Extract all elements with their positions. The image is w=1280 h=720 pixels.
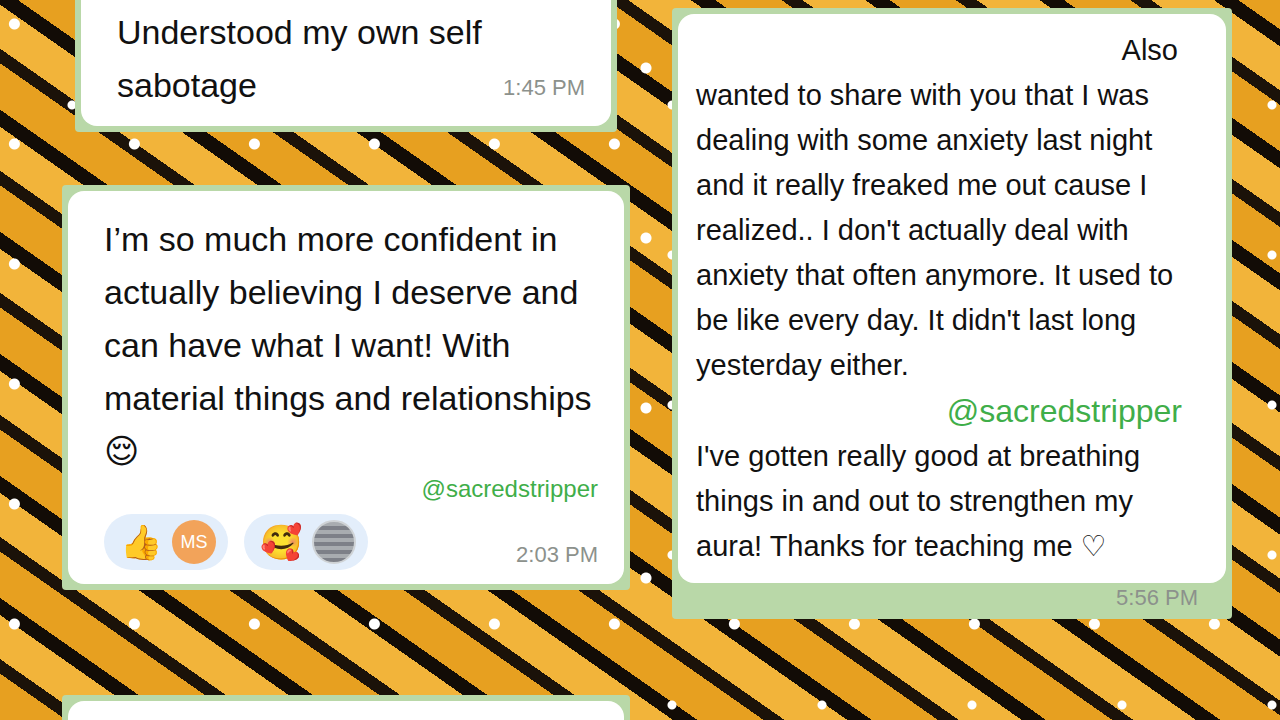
message-time: 5:56 PM: [1116, 583, 1198, 613]
message-text: Understood my own self sabotage1:45 PM: [117, 6, 585, 112]
reactor-avatar: MS: [172, 520, 216, 564]
watermark: @sacredstripper: [696, 388, 1198, 434]
message-card: Alsowanted to share with you that I was …: [672, 8, 1232, 619]
message-time: 1:45 PM: [503, 73, 585, 103]
avatar-initials: MS: [181, 516, 208, 569]
reaction-emoji: 🥰: [260, 522, 302, 562]
message-card: [62, 695, 630, 720]
reaction-emoji: 👍: [120, 522, 162, 562]
message-paragraph: I've gotten really good at breathing thi…: [696, 434, 1198, 569]
reaction-pill[interactable]: 👍MS: [104, 514, 228, 570]
reactor-avatar: [312, 520, 356, 564]
message-card: I’m so much more confident in actually b…: [62, 185, 630, 590]
message-text: I’m so much more confident in actually b…: [104, 213, 598, 478]
message-bubble: I’m so much more confident in actually b…: [68, 191, 624, 584]
message-text: Also: [696, 28, 1198, 73]
message-card: Understood my own self sabotage1:45 PM: [75, 0, 617, 132]
message-time: 2:03 PM: [516, 540, 598, 570]
message-bubble: Alsowanted to share with you that I was …: [678, 14, 1226, 583]
reaction-row: 👍MS🥰2:03 PM: [104, 514, 598, 570]
message-paragraph: wanted to share with you that I was deal…: [696, 73, 1198, 388]
message-bubble: Understood my own self sabotage1:45 PM: [81, 0, 611, 126]
watermark: @sacredstripper: [104, 474, 598, 504]
reaction-pill[interactable]: 🥰: [244, 514, 368, 570]
message-bubble: [68, 701, 624, 720]
